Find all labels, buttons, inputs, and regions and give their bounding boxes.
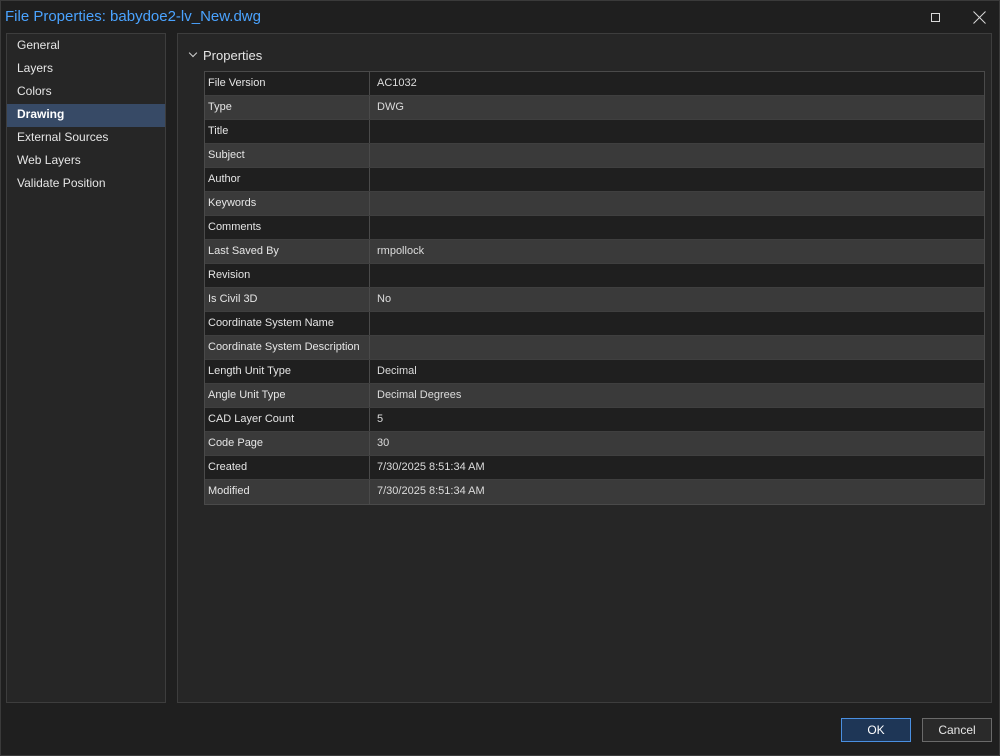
section-title: Properties	[203, 47, 263, 63]
property-name: Keywords	[205, 192, 370, 215]
table-row[interactable]: Created 7/30/2025 8:51:34 AM	[205, 456, 984, 480]
sidebar-item-colors[interactable]: Colors	[7, 81, 165, 104]
property-value[interactable]: 5	[370, 408, 984, 431]
property-name: Length Unit Type	[205, 360, 370, 383]
table-row[interactable]: Title	[205, 120, 984, 144]
property-name: Subject	[205, 144, 370, 167]
property-value[interactable]	[370, 120, 984, 143]
property-value[interactable]: Decimal	[370, 360, 984, 383]
property-name: Code Page	[205, 432, 370, 455]
table-row[interactable]: Code Page 30	[205, 432, 984, 456]
table-row[interactable]: Coordinate System Description	[205, 336, 984, 360]
property-name: Is Civil 3D	[205, 288, 370, 311]
property-value[interactable]	[370, 216, 984, 239]
table-row[interactable]: Keywords	[205, 192, 984, 216]
table-row[interactable]: Length Unit Type Decimal	[205, 360, 984, 384]
sidebar-item-drawing[interactable]: Drawing	[7, 104, 165, 127]
properties-panel: Properties File Version AC1032 Type DWG Titl…	[177, 33, 992, 703]
property-value[interactable]	[370, 192, 984, 215]
maximize-button[interactable]	[913, 1, 957, 33]
property-value[interactable]: DWG	[370, 96, 984, 119]
property-name: Title	[205, 120, 370, 143]
property-value[interactable]	[370, 168, 984, 191]
property-name: Coordinate System Name	[205, 312, 370, 335]
cancel-button[interactable]: Cancel	[922, 718, 992, 742]
table-row[interactable]: Subject	[205, 144, 984, 168]
file-properties-dialog: File Properties: babydoe2-lv_New.dwg Gen…	[0, 0, 1000, 756]
property-value[interactable]	[370, 144, 984, 167]
table-row[interactable]: Modified 7/30/2025 8:51:34 AM	[205, 480, 984, 504]
dialog-title: File Properties: babydoe2-lv_New.dwg	[5, 8, 261, 25]
table-row[interactable]: Comments	[205, 216, 984, 240]
property-name: Revision	[205, 264, 370, 287]
table-row[interactable]: CAD Layer Count 5	[205, 408, 984, 432]
sidebar-item-external-sources[interactable]: External Sources	[7, 127, 165, 150]
property-name: Modified	[205, 480, 370, 504]
title-bar[interactable]: File Properties: babydoe2-lv_New.dwg	[1, 1, 999, 33]
property-value[interactable]: Decimal Degrees	[370, 384, 984, 407]
ok-button[interactable]: OK	[841, 718, 911, 742]
sidebar-item-web-layers[interactable]: Web Layers	[7, 150, 165, 173]
property-name: Type	[205, 96, 370, 119]
table-row[interactable]: Revision	[205, 264, 984, 288]
property-name: Created	[205, 456, 370, 479]
table-row[interactable]: Coordinate System Name	[205, 312, 984, 336]
property-name: Author	[205, 168, 370, 191]
property-name: File Version	[205, 72, 370, 95]
property-value[interactable]: rmpollock	[370, 240, 984, 263]
property-name: Angle Unit Type	[205, 384, 370, 407]
chevron-down-icon	[188, 48, 198, 58]
sidebar-item-general[interactable]: General	[7, 35, 165, 58]
property-name: CAD Layer Count	[205, 408, 370, 431]
property-name: Comments	[205, 216, 370, 239]
property-value[interactable]	[370, 312, 984, 335]
property-value[interactable]	[370, 264, 984, 287]
properties-grid: File Version AC1032 Type DWG Title Subject Aut…	[204, 71, 985, 505]
sidebar-nav: General Layers Colors Drawing External Sourc…	[6, 33, 166, 703]
maximize-icon	[930, 12, 940, 22]
table-row[interactable]: Last Saved By rmpollock	[205, 240, 984, 264]
close-button[interactable]	[957, 1, 1000, 33]
property-value[interactable]: 7/30/2025 8:51:34 AM	[370, 480, 984, 504]
property-name: Last Saved By	[205, 240, 370, 263]
sidebar-item-layers[interactable]: Layers	[7, 58, 165, 81]
properties-section-header[interactable]: Properties	[188, 46, 263, 64]
table-row[interactable]: File Version AC1032	[205, 72, 984, 96]
property-value[interactable]: 7/30/2025 8:51:34 AM	[370, 456, 984, 479]
property-value[interactable]: 30	[370, 432, 984, 455]
property-name: Coordinate System Description	[205, 336, 370, 359]
table-row[interactable]: Type DWG	[205, 96, 984, 120]
table-row[interactable]: Author	[205, 168, 984, 192]
property-value[interactable]	[370, 336, 984, 359]
sidebar-item-validate-position[interactable]: Validate Position	[7, 173, 165, 196]
table-row[interactable]: Angle Unit Type Decimal Degrees	[205, 384, 984, 408]
close-icon	[973, 11, 986, 24]
table-row[interactable]: Is Civil 3D No	[205, 288, 984, 312]
property-value[interactable]: AC1032	[370, 72, 984, 95]
property-value[interactable]: No	[370, 288, 984, 311]
